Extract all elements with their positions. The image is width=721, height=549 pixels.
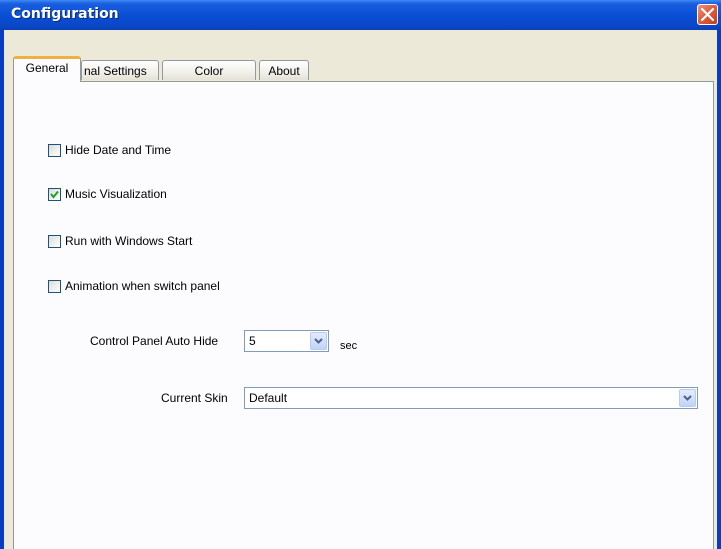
window-title: Configuration bbox=[11, 6, 119, 22]
checkbox[interactable] bbox=[48, 187, 61, 201]
tab-personal-settings[interactable]: nal Settings bbox=[81, 60, 159, 80]
chevron-down-icon bbox=[314, 338, 323, 344]
option-music-visualization[interactable]: Music Visualization bbox=[48, 186, 167, 202]
general-tab-panel: Hide Date and Time Music Visualization R… bbox=[13, 81, 714, 549]
auto-hide-unit: sec bbox=[340, 340, 358, 352]
checkbox[interactable] bbox=[48, 234, 61, 248]
auto-hide-select[interactable]: 5 bbox=[244, 330, 329, 352]
option-label: Hide Date and Time bbox=[65, 143, 172, 157]
option-label: Music Visualization bbox=[65, 187, 167, 201]
client-area: General nal Settings Color About Hide Da… bbox=[4, 30, 717, 549]
checkbox[interactable] bbox=[48, 143, 61, 157]
tab-personal-settings-label: nal Settings bbox=[84, 64, 147, 78]
option-hide-date-time[interactable]: Hide Date and Time bbox=[48, 142, 171, 158]
window-border-right bbox=[717, 30, 721, 549]
option-run-with-windows-start[interactable]: Run with Windows Start bbox=[48, 233, 192, 249]
skin-select[interactable]: Default bbox=[244, 387, 698, 409]
tab-color[interactable]: Color bbox=[162, 60, 256, 80]
tab-color-label: Color bbox=[194, 64, 224, 78]
tab-about[interactable]: About bbox=[259, 60, 309, 80]
skin-dropdown-button[interactable] bbox=[679, 389, 696, 407]
configuration-window: Configuration General nal Settings Color… bbox=[0, 0, 721, 549]
title-bar[interactable]: Configuration bbox=[0, 0, 721, 30]
option-label: Animation when switch panel bbox=[65, 279, 220, 293]
tab-strip: General nal Settings Color About bbox=[13, 54, 713, 82]
checkbox[interactable] bbox=[48, 279, 61, 293]
checkmark-icon bbox=[50, 190, 59, 199]
chevron-down-icon bbox=[683, 395, 692, 401]
skin-value: Default bbox=[249, 391, 288, 405]
auto-hide-dropdown-button[interactable] bbox=[310, 332, 327, 350]
close-button[interactable] bbox=[697, 4, 718, 25]
auto-hide-label: Control Panel Auto Hide bbox=[90, 334, 219, 348]
tab-about-label: About bbox=[268, 64, 300, 78]
close-icon bbox=[701, 8, 714, 21]
skin-label: Current Skin bbox=[161, 391, 228, 405]
option-label: Run with Windows Start bbox=[65, 234, 193, 248]
option-animation-switch-panel[interactable]: Animation when switch panel bbox=[48, 278, 220, 294]
tab-general-label: General bbox=[25, 61, 69, 75]
tab-general[interactable]: General bbox=[13, 56, 81, 82]
auto-hide-value: 5 bbox=[249, 334, 256, 348]
